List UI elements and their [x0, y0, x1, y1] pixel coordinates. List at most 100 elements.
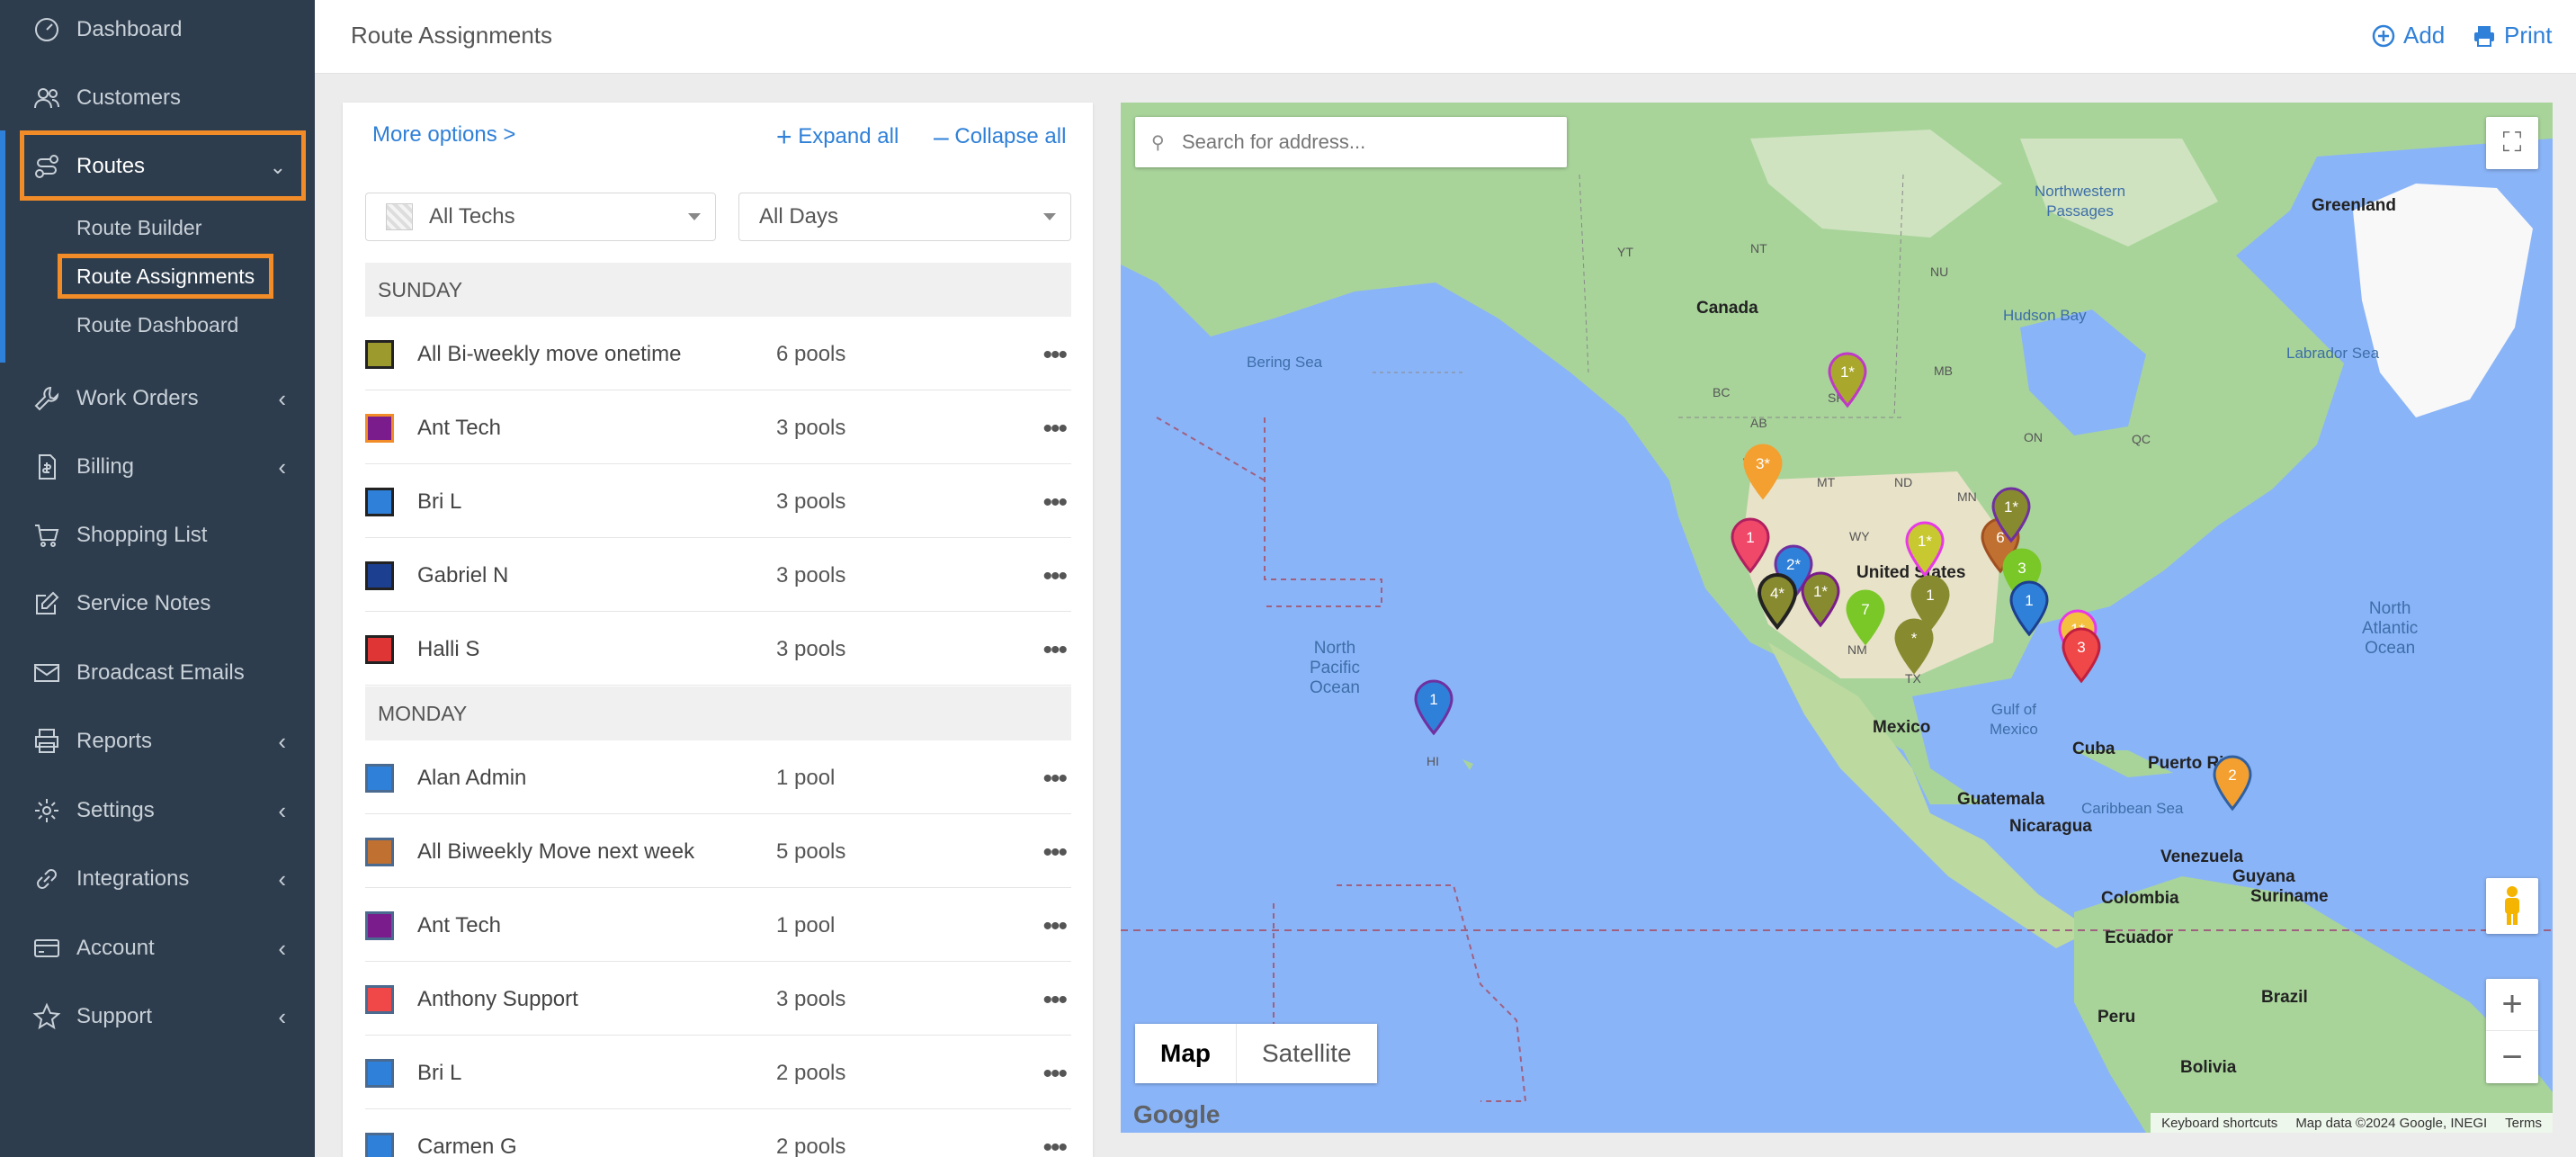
nav-shopping-list[interactable]: Shopping List: [0, 501, 315, 570]
more-icon[interactable]: •••: [1042, 488, 1067, 518]
nav-broadcast-emails[interactable]: Broadcast Emails: [0, 639, 315, 707]
map-pin[interactable]: 1: [1909, 574, 1952, 633]
map-label-gulf-mexico: Gulf of Mexico: [1990, 701, 2038, 738]
more-icon[interactable]: •••: [1042, 414, 1067, 444]
print-button[interactable]: Print: [2472, 22, 2552, 49]
map-pin[interactable]: 1*: [1990, 486, 2033, 545]
more-options-link[interactable]: More options >: [372, 122, 515, 148]
nav-service-notes[interactable]: Service Notes: [0, 570, 315, 638]
sub-route-dashboard[interactable]: Route Dashboard: [76, 313, 238, 337]
map-type-satellite[interactable]: Satellite: [1236, 1024, 1377, 1083]
route-name: All Biweekly Move next week: [417, 839, 695, 864]
route-row[interactable]: All Biweekly Move next week 5 pools •••: [365, 814, 1071, 888]
search-icon: ⚲: [1151, 133, 1165, 153]
nav-support[interactable]: Support ‹: [0, 982, 315, 1051]
route-row[interactable]: Halli S 3 pools •••: [365, 612, 1071, 686]
route-row[interactable]: All Bi-weekly move onetime 6 pools •••: [365, 317, 1071, 390]
map-pin[interactable]: 7: [1844, 588, 1887, 648]
dashboard-icon: [31, 13, 63, 46]
star-icon: [31, 1000, 63, 1033]
map-search-box[interactable]: ⚲: [1135, 117, 1567, 167]
map-label-mn: MN: [1957, 489, 1977, 504]
nav-label: Dashboard: [76, 17, 183, 41]
nav-settings[interactable]: Settings ‹: [0, 776, 315, 845]
more-icon[interactable]: •••: [1042, 1059, 1067, 1090]
map-pin[interactable]: 3*: [1741, 443, 1784, 502]
route-row[interactable]: Gabriel N 3 pools •••: [365, 538, 1071, 612]
route-name: Alan Admin: [417, 766, 527, 790]
sub-route-builder[interactable]: Route Builder: [76, 216, 201, 240]
map-pin[interactable]: 1: [1729, 516, 1772, 576]
more-icon[interactable]: •••: [1042, 838, 1067, 868]
fullscreen-icon[interactable]: ⛶: [2486, 117, 2538, 169]
day-filter-select[interactable]: All Days: [738, 193, 1071, 241]
more-icon[interactable]: •••: [1042, 635, 1067, 666]
keyboard-shortcuts-link[interactable]: Keyboard shortcuts: [2161, 1116, 2277, 1131]
add-button[interactable]: Add: [2371, 22, 2445, 49]
expand-all-button[interactable]: + Expand all: [776, 122, 899, 153]
nav-reports[interactable]: Reports ‹: [0, 707, 315, 776]
map-view[interactable]: Greenland Northwestern Passages Canada H…: [1121, 103, 2553, 1133]
chevron-left-icon: ‹: [278, 453, 286, 480]
map-pin[interactable]: 1*: [1826, 351, 1869, 410]
map-pin[interactable]: 4*: [1756, 572, 1799, 632]
more-icon[interactable]: •••: [1042, 985, 1067, 1016]
minus-icon: –: [934, 122, 949, 152]
zoom-out-button[interactable]: −: [2486, 1031, 2538, 1083]
color-swatch: [365, 414, 394, 443]
plus-circle-icon: [2372, 24, 2395, 47]
route-row[interactable]: Anthony Support 3 pools •••: [365, 962, 1071, 1036]
nav-label: Broadcast Emails: [76, 660, 245, 685]
route-row[interactable]: Alan Admin 1 pool •••: [365, 740, 1071, 814]
route-row[interactable]: Carmen G 2 pools •••: [365, 1109, 1071, 1157]
map-pin[interactable]: 1*: [1903, 520, 1946, 579]
pegman-icon[interactable]: [2486, 878, 2538, 934]
more-icon[interactable]: •••: [1042, 340, 1067, 371]
terms-link[interactable]: Terms: [2505, 1116, 2542, 1131]
route-row[interactable]: Bri L 2 pools •••: [365, 1036, 1071, 1109]
map-label-venezuela: Venezuela: [2160, 848, 2243, 866]
route-row[interactable]: Bri L 3 pools •••: [365, 464, 1071, 538]
more-icon[interactable]: •••: [1042, 1133, 1067, 1157]
map-pin[interactable]: 1: [2008, 579, 2051, 639]
printer-icon: [2474, 25, 2494, 47]
map-pin[interactable]: 3: [2060, 626, 2103, 686]
caret-down-icon: [688, 213, 701, 220]
route-row[interactable]: Ant Tech 1 pool •••: [365, 888, 1071, 962]
nav-label: Service Notes: [76, 591, 211, 615]
route-row[interactable]: Ant Tech 3 pools •••: [365, 390, 1071, 464]
nav-integrations[interactable]: Integrations ‹: [0, 845, 315, 913]
nav-customers[interactable]: Customers: [0, 64, 315, 132]
nav-work-orders[interactable]: Work Orders ‹: [0, 364, 315, 433]
day-filter-value: All Days: [759, 204, 839, 229]
more-icon[interactable]: •••: [1042, 561, 1067, 592]
svg-text:1*: 1*: [1813, 583, 1828, 600]
route-count: 5 pools: [776, 839, 846, 864]
map-label-nt: NT: [1750, 241, 1767, 256]
nav-billing[interactable]: Billing ‹: [0, 433, 315, 501]
more-icon[interactable]: •••: [1042, 764, 1067, 794]
map-label-caribbean: Caribbean Sea: [2081, 800, 2184, 817]
day-header-monday[interactable]: MONDAY: [365, 686, 1071, 740]
nav-label: Support: [76, 1004, 153, 1028]
map-pin[interactable]: 1*: [1799, 570, 1842, 630]
color-swatch: [365, 561, 394, 590]
map-pin[interactable]: 2: [2211, 754, 2254, 813]
map-pin[interactable]: 1: [1412, 678, 1455, 738]
chevron-left-icon: ‹: [278, 796, 286, 824]
color-swatch: [365, 764, 394, 793]
map-search-input[interactable]: [1182, 126, 1551, 158]
nav-account[interactable]: Account ‹: [0, 914, 315, 982]
collapse-all-button[interactable]: – Collapse all: [934, 122, 1066, 153]
map-data-attribution: Map data ©2024 Google, INEGI: [2295, 1115, 2488, 1131]
map-label-colombia: Colombia: [2101, 889, 2179, 908]
more-icon[interactable]: •••: [1042, 911, 1067, 942]
day-header-sunday[interactable]: SUNDAY: [365, 263, 1071, 317]
zoom-in-button[interactable]: +: [2486, 979, 2538, 1031]
map-type-map[interactable]: Map: [1135, 1024, 1236, 1083]
nav-dashboard[interactable]: Dashboard: [0, 0, 315, 64]
route-name: Anthony Support: [417, 987, 578, 1011]
route-count: 3 pools: [776, 637, 846, 661]
tech-filter-select[interactable]: All Techs: [365, 193, 716, 241]
svg-text:1*: 1*: [1918, 533, 1932, 550]
